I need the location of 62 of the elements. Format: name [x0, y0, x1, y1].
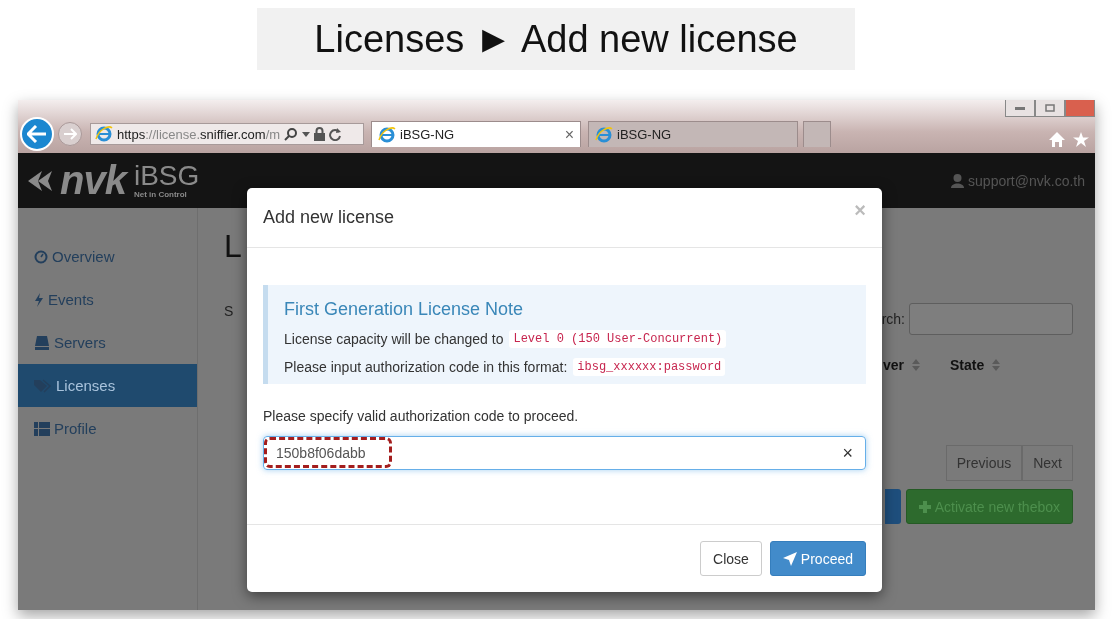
- arrow-left-icon: [27, 125, 47, 143]
- gauge-icon: [34, 249, 48, 264]
- caret-icon: [302, 131, 311, 137]
- code-snippet: ibsg_xxxxxx:password: [573, 358, 726, 376]
- refresh-icon: [329, 127, 342, 141]
- show-label: S: [224, 303, 235, 319]
- proceed-button[interactable]: Proceed: [769, 541, 866, 576]
- browser-tab[interactable]: iBSG-NG ×: [371, 121, 581, 147]
- lightning-icon: [34, 292, 44, 307]
- sidebar-item[interactable]: Events: [18, 278, 197, 321]
- code-snippet: Level 0 (150 User-Concurrent): [509, 330, 727, 348]
- user-email[interactable]: support@nvk.co.th: [968, 172, 1085, 189]
- browser-e-icon: [95, 125, 113, 143]
- maximize-icon: [1045, 104, 1055, 112]
- pagination-button[interactable]: Previous: [945, 445, 1023, 481]
- grid-icon: [34, 421, 50, 436]
- search-label: rch:: [881, 311, 905, 327]
- sidebar-item[interactable]: Overview: [18, 235, 197, 278]
- plus-icon: [918, 500, 931, 513]
- modal-title: Add new license: [263, 207, 395, 228]
- column-header[interactable]: ver: [883, 357, 921, 373]
- send-icon: [782, 551, 797, 566]
- maximize-button[interactable]: [1035, 100, 1065, 117]
- tagline: Net in Control: [133, 190, 188, 199]
- user-icon: [951, 173, 965, 188]
- note-title: First Generation License Note: [284, 299, 525, 320]
- forward-button[interactable]: [58, 122, 82, 146]
- pagination-button[interactable]: Next: [1022, 445, 1073, 481]
- star-icon: [1073, 132, 1089, 147]
- note-text: Please input authorization code in this format:: [284, 359, 568, 375]
- url-text: https://license.sniffier.com/m: [117, 126, 281, 142]
- sort-icon: [992, 359, 1001, 371]
- search-icon: [284, 127, 299, 141]
- browser-e-icon: [378, 125, 396, 144]
- minimize-icon: [1015, 106, 1025, 110]
- page-heading: L: [224, 228, 242, 265]
- close-dialog-button[interactable]: Close: [700, 541, 762, 576]
- server-icon: [34, 335, 50, 350]
- home-icon: [1049, 132, 1065, 147]
- sidebar-item[interactable]: Servers: [18, 321, 197, 364]
- slide-title: Licenses ► Add new license: [257, 8, 855, 70]
- minimize-button[interactable]: [1005, 100, 1035, 117]
- browser-e-icon: [595, 125, 613, 144]
- clear-button[interactable]: ×: [842, 442, 853, 464]
- sort-icon: [912, 359, 921, 371]
- sidebar-item[interactable]: Profile: [18, 407, 197, 450]
- product-name: iBSG: [133, 162, 200, 190]
- column-header[interactable]: State: [950, 357, 1001, 373]
- search-field[interactable]: [909, 303, 1073, 335]
- prompt-text: Please specify valid authorization code to proceed.: [263, 408, 580, 424]
- arrow-right-icon: [63, 128, 77, 140]
- sidebar-item[interactable]: Licenses: [18, 364, 197, 407]
- logo-arrow-icon: [28, 168, 52, 193]
- browser-tab[interactable]: iBSG-NG: [588, 121, 798, 147]
- new-tab-button[interactable]: [803, 121, 831, 147]
- lock-icon: [314, 127, 326, 141]
- tab-close-icon[interactable]: ×: [564, 125, 574, 144]
- button[interactable]: [884, 489, 901, 524]
- back-button[interactable]: [20, 117, 54, 151]
- note-text: License capacity will be changed to: [284, 331, 504, 347]
- input-field[interactable]: 150b8f06dabb ×: [263, 436, 866, 470]
- address-bar[interactable]: https://license.sniffier.com/m: [90, 123, 364, 145]
